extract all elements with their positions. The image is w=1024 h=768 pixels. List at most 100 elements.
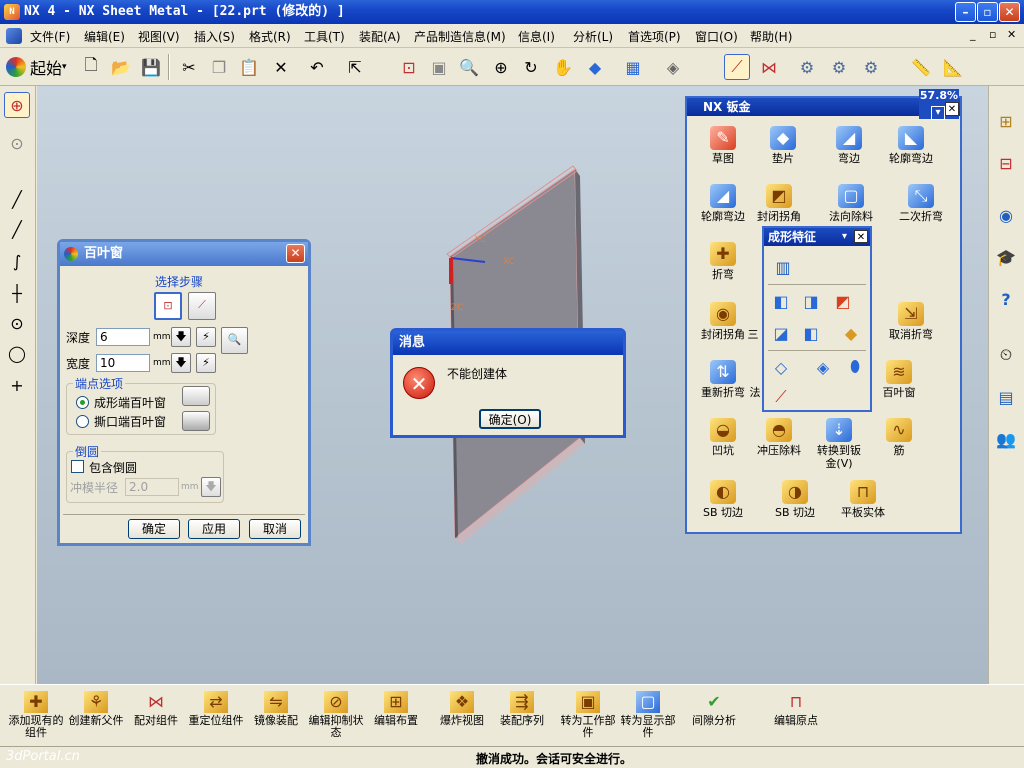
- include-fillet-checkbox[interactable]: [71, 460, 84, 473]
- forming-box-icon[interactable]: ◩: [830, 288, 856, 314]
- doc-restore-button[interactable]: ▫: [989, 28, 996, 41]
- menu-format[interactable]: 格式(R): [249, 28, 291, 45]
- menu-preferences[interactable]: 首选项(P): [628, 28, 681, 45]
- menu-help[interactable]: 帮助(H): [750, 28, 792, 45]
- undo-icon[interactable]: ↶: [304, 54, 330, 80]
- palette-item-bead[interactable]: ∿ 筋: [863, 412, 935, 468]
- palette-icon[interactable]: ▤: [993, 384, 1019, 410]
- forming-cylinder-icon[interactable]: ⬮: [842, 354, 868, 380]
- louver-apply-button[interactable]: 应用: [188, 519, 240, 539]
- doc-close-button[interactable]: ✕: [1007, 28, 1016, 41]
- forming-box-icon[interactable]: ◨: [798, 288, 824, 314]
- web-browser-icon[interactable]: ◉: [993, 202, 1019, 228]
- depth-lightning-icon[interactable]: ⚡: [196, 327, 216, 347]
- width-input[interactable]: 10: [96, 354, 150, 372]
- menu-file[interactable]: 文件(F): [30, 28, 70, 45]
- forming-box-icon[interactable]: ◧: [768, 288, 794, 314]
- edit-suppression-button[interactable]: ⊘ 编辑抑制状态: [306, 689, 366, 743]
- menu-assembly[interactable]: 装配(A): [359, 28, 401, 45]
- snap-point-icon[interactable]: ⚙: [826, 54, 852, 80]
- render-style-icon[interactable]: ◆: [582, 54, 608, 80]
- mate-component-button[interactable]: ⋈ 配对组件: [126, 689, 186, 743]
- add-existing-component-button[interactable]: ✚ 添加现有的组件: [6, 689, 66, 743]
- zoom-window-icon[interactable]: ▣: [426, 54, 452, 80]
- forming-axis-icon[interactable]: ⟋: [768, 384, 794, 410]
- minimize-button[interactable]: –: [955, 2, 976, 22]
- rotate-icon[interactable]: ↻: [518, 54, 544, 80]
- edit-arrangement-button[interactable]: ⊞ 编辑布置: [366, 689, 426, 743]
- part-navigator-icon[interactable]: ⊟: [993, 150, 1019, 176]
- louver-cancel-button[interactable]: 取消: [249, 519, 301, 539]
- edit-origin-button[interactable]: ⊓ 编辑原点: [766, 689, 826, 743]
- center-point-icon[interactable]: ⊙: [4, 310, 30, 336]
- palette-dropdown-icon[interactable]: ▾: [931, 106, 945, 120]
- menu-info[interactable]: 信息(I): [518, 28, 555, 45]
- menu-insert[interactable]: 插入(S): [194, 28, 235, 45]
- angle-icon[interactable]: 📐: [940, 54, 966, 80]
- palette-item-jog[interactable]: ⤡ 二次折弯: [885, 178, 957, 234]
- palette-item-unbend[interactable]: ⇲ 取消折弯: [875, 296, 947, 352]
- palette-item-bend[interactable]: ✚ 折弯: [687, 236, 759, 292]
- zoom-icon[interactable]: 🔍: [456, 54, 482, 80]
- fit-view-icon[interactable]: ⊡: [396, 54, 422, 80]
- help-icon[interactable]: ?: [993, 286, 1019, 312]
- depth-arrow-down-icon[interactable]: 🡇: [171, 327, 191, 347]
- menu-analysis[interactable]: 分析(L): [573, 28, 613, 45]
- make-displayed-part-button[interactable]: ▢ 转为显示部件: [618, 689, 678, 743]
- edge-display-icon[interactable]: ◈: [660, 54, 686, 80]
- depth-input[interactable]: 6: [96, 328, 150, 346]
- shaded-view-icon[interactable]: ▦: [620, 54, 646, 80]
- forming-shape-icon[interactable]: ◇: [768, 354, 794, 380]
- roles-icon[interactable]: 👥: [993, 426, 1019, 452]
- point-icon[interactable]: ┼: [4, 280, 30, 306]
- document-icon[interactable]: [6, 28, 22, 44]
- palette-item-contour-flange[interactable]: ◣ 轮廓弯边: [875, 120, 947, 176]
- step-louver-line-icon[interactable]: ⟋: [188, 292, 216, 320]
- palette-item-tab[interactable]: ◆ 垫片: [747, 120, 819, 176]
- selection-filter-icon[interactable]: ⇱: [342, 54, 368, 80]
- forming-box-icon[interactable]: ◧: [798, 320, 824, 346]
- snap-icon[interactable]: ⚙: [794, 54, 820, 80]
- select-icon[interactable]: ⊕: [4, 92, 30, 118]
- copy-icon[interactable]: ❐: [206, 54, 232, 80]
- forming-box-icon[interactable]: ◪: [768, 320, 794, 346]
- make-work-part-button[interactable]: ▣ 转为工作部件: [558, 689, 618, 743]
- forming-cube-icon[interactable]: ◈: [810, 354, 836, 380]
- palette-item-louver[interactable]: ≋ 百叶窗: [863, 354, 935, 410]
- paste-icon[interactable]: 📋: [236, 54, 262, 80]
- formed-end-radio[interactable]: [76, 396, 89, 409]
- mirror-assembly-button[interactable]: ⇋ 镜像装配: [246, 689, 306, 743]
- clearance-analysis-button[interactable]: ✔ 间隙分析: [684, 689, 744, 743]
- line-segment-icon[interactable]: ╱: [4, 216, 30, 242]
- training-icon[interactable]: 🎓: [993, 244, 1019, 270]
- save-icon[interactable]: 💾: [138, 54, 164, 80]
- open-folder-icon[interactable]: 📂: [108, 54, 134, 80]
- forming-dropdown-icon[interactable]: ▾: [842, 228, 847, 246]
- history-icon[interactable]: ⏲: [993, 342, 1019, 368]
- menu-tools[interactable]: 工具(T): [304, 28, 345, 45]
- measure-icon[interactable]: 📏: [908, 54, 934, 80]
- circle-icon[interactable]: ◯: [4, 340, 30, 366]
- louver-ok-button[interactable]: 确定: [128, 519, 180, 539]
- snap-options-icon[interactable]: ⚙: [858, 54, 884, 80]
- palette-close-icon[interactable]: ✕: [945, 102, 959, 116]
- snap-view-icon[interactable]: ⊙: [4, 130, 30, 156]
- message-ok-button[interactable]: 确定(O): [479, 409, 541, 429]
- palette-item-flat-solid[interactable]: ⊓ 平板实体: [827, 474, 899, 530]
- width-lightning-icon[interactable]: ⚡: [196, 353, 216, 373]
- start-button[interactable]: 起始 ▾: [6, 54, 70, 80]
- forming-gold-box-icon[interactable]: ◆: [838, 320, 864, 346]
- width-arrow-down-icon[interactable]: 🡇: [171, 353, 191, 373]
- assembly-sequence-button[interactable]: ⇶ 装配序列: [492, 689, 552, 743]
- palette-item-sb-trim[interactable]: ◐ SB 切边: [687, 474, 759, 530]
- doc-minimize-button[interactable]: _: [970, 28, 976, 41]
- spline-icon[interactable]: ∫: [4, 248, 30, 274]
- line-icon[interactable]: ╱: [4, 186, 30, 212]
- reposition-component-button[interactable]: ⇄ 重定位组件: [186, 689, 246, 743]
- louver-close-button[interactable]: ✕: [286, 244, 305, 263]
- exploded-view-button[interactable]: ❖ 爆炸视图: [432, 689, 492, 743]
- step-placement-face-icon[interactable]: ⊡: [154, 292, 182, 320]
- preview-magnifier-icon[interactable]: 🔍: [221, 327, 248, 354]
- delete-icon[interactable]: ✕: [268, 54, 294, 80]
- menu-window[interactable]: 窗口(O): [695, 28, 738, 45]
